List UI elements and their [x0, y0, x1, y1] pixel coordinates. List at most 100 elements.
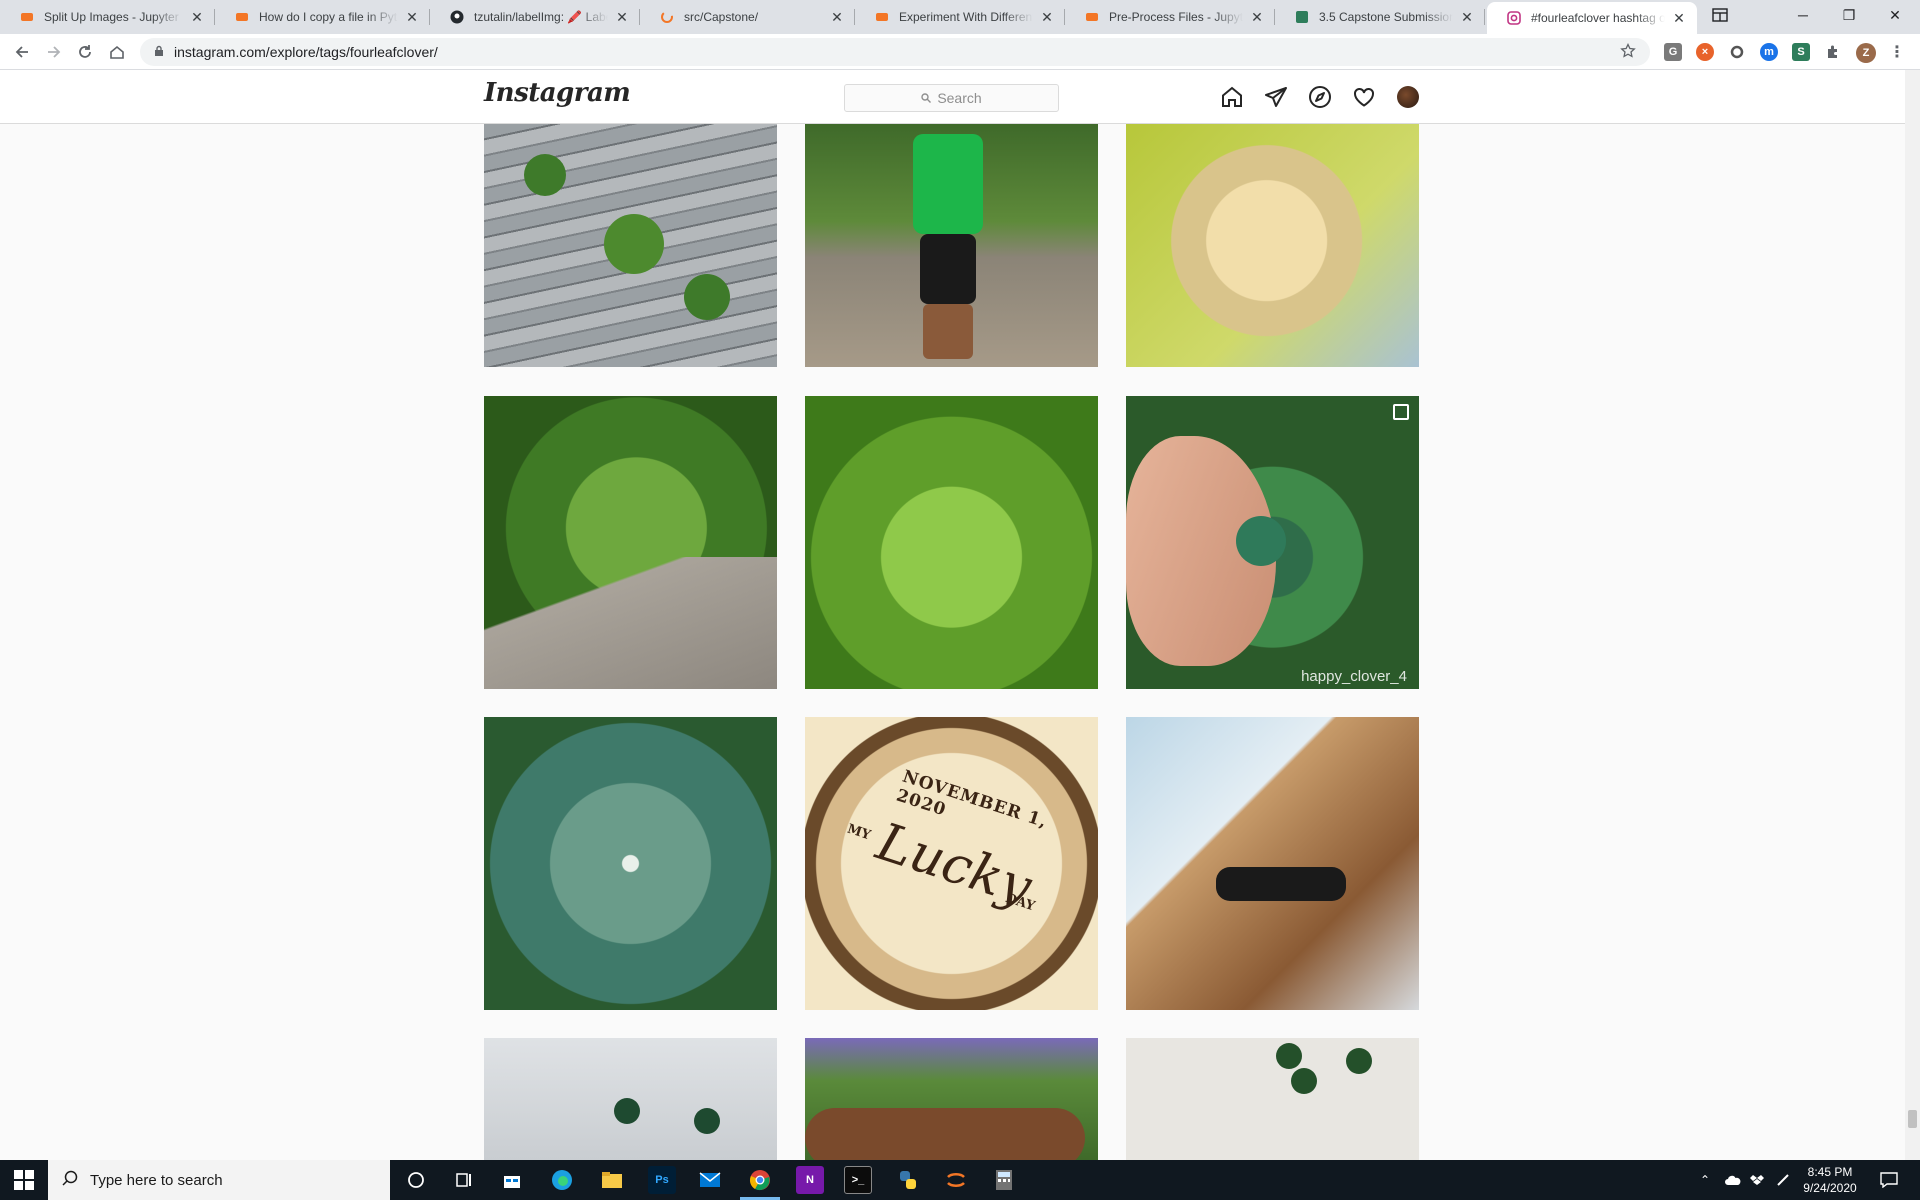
- instagram-icon: [1507, 11, 1521, 25]
- close-icon[interactable]: ✕: [1039, 9, 1055, 25]
- scrollbar-thumb[interactable]: [1908, 1110, 1917, 1128]
- tab-title: tzutalin/labelImg: 🖍️ LabelImg is: [474, 10, 608, 24]
- close-icon[interactable]: ✕: [404, 9, 420, 25]
- onedrive-icon[interactable]: [1724, 1160, 1742, 1200]
- activity-heart-icon[interactable]: [1352, 85, 1376, 109]
- post-lucky-day-plaque[interactable]: NOVEMBER 1, 2020 MY Lucky DAY: [805, 717, 1098, 1010]
- extension-orange-icon[interactable]: ×: [1696, 43, 1714, 61]
- lock-icon[interactable]: [154, 44, 164, 60]
- clock-time: 8:45 PM: [1807, 1165, 1853, 1179]
- instagram-header: Instagram Search: [0, 70, 1920, 124]
- browser-tab-6[interactable]: Pre-Process Files - Jupyter Notebook ✕: [1065, 0, 1275, 34]
- edge-icon[interactable]: [548, 1166, 576, 1194]
- tab-title: src/Capstone/: [684, 10, 759, 24]
- taskbar-search-box[interactable]: Type here to search: [48, 1160, 390, 1200]
- instagram-search-input[interactable]: Search: [844, 84, 1059, 112]
- browser-tab-3[interactable]: tzutalin/labelImg: 🖍️ LabelImg is ✕: [430, 0, 640, 34]
- tray-chevron-icon[interactable]: ⌃: [1700, 1160, 1710, 1200]
- python-icon[interactable]: [894, 1166, 922, 1194]
- chrome-icon[interactable]: [746, 1166, 774, 1194]
- tab-search-icon[interactable]: [1697, 0, 1743, 30]
- browser-tab-4[interactable]: src/Capstone/ ✕: [640, 0, 855, 34]
- jupyter-icon: [1085, 10, 1099, 24]
- close-icon[interactable]: ✕: [829, 9, 845, 25]
- extension-circle-icon[interactable]: [1728, 43, 1746, 61]
- minimize-icon[interactable]: ─: [1780, 0, 1826, 30]
- address-bar[interactable]: instagram.com/explore/tags/fourleafclove…: [140, 38, 1650, 66]
- post-gold-clover-pendant[interactable]: [1126, 124, 1419, 367]
- jupyter-loading-icon: [660, 10, 674, 24]
- extension-g-icon[interactable]: G: [1664, 43, 1682, 61]
- springboard-icon: [1295, 10, 1309, 24]
- windows-start-icon[interactable]: [14, 1170, 34, 1190]
- notifications-icon[interactable]: [1880, 1160, 1898, 1200]
- chrome-menu-icon[interactable]: ⋮: [1888, 43, 1906, 61]
- post-smiling-selfie[interactable]: [1126, 717, 1419, 1010]
- tab-title: 3.5 Capstone Submission - Springboard: [1319, 10, 1453, 24]
- extension-green-icon[interactable]: S: [1792, 43, 1810, 61]
- post-pressed-clovers[interactable]: [1126, 1038, 1419, 1160]
- pen-icon[interactable]: [1776, 1160, 1790, 1200]
- taskbar-search-placeholder: Type here to search: [90, 1171, 223, 1189]
- github-icon: [450, 10, 464, 24]
- close-icon[interactable]: ✕: [1459, 9, 1475, 25]
- jupyter-icon: [235, 10, 249, 24]
- close-icon[interactable]: ✕: [1249, 9, 1265, 25]
- browser-tab-strip: Split Up Images - Jupyter Notebook ✕ How…: [0, 0, 1920, 34]
- post-hand-holding-clover[interactable]: happy_clover_4: [1126, 396, 1419, 689]
- jupyter-icon: [20, 10, 34, 24]
- page-scrollbar[interactable]: [1905, 70, 1920, 1160]
- file-explorer-icon[interactable]: [598, 1166, 626, 1194]
- close-icon[interactable]: ✕: [1671, 10, 1687, 26]
- browser-tab-8-active[interactable]: #fourleafclover hashtag on Instagram ✕: [1487, 2, 1697, 34]
- post-clovers-on-wood[interactable]: [484, 124, 777, 367]
- post-hand-with-bracelet[interactable]: [805, 1038, 1098, 1160]
- reload-icon[interactable]: [73, 40, 97, 64]
- jupyter-taskbar-icon[interactable]: [942, 1166, 970, 1194]
- photoshop-icon[interactable]: Ps: [648, 1166, 676, 1194]
- tab-title: Pre-Process Files - Jupyter Notebook: [1109, 10, 1243, 24]
- close-icon[interactable]: ✕: [614, 9, 630, 25]
- forward-icon[interactable]: [42, 40, 66, 64]
- mail-icon[interactable]: [696, 1166, 724, 1194]
- plaque-my-text: MY: [845, 821, 873, 844]
- post-clover-on-rock[interactable]: [484, 396, 777, 689]
- post-clovers-on-white[interactable]: [484, 1038, 777, 1160]
- cortana-icon[interactable]: [402, 1166, 430, 1194]
- profile-avatar[interactable]: [1397, 86, 1419, 108]
- browser-tab-7[interactable]: 3.5 Capstone Submission - Springboard ✕: [1275, 0, 1485, 34]
- home-icon[interactable]: [1220, 85, 1244, 109]
- window-close-icon[interactable]: ✕: [1872, 0, 1918, 30]
- tab-title: Experiment With Different Models: [899, 10, 1033, 24]
- restore-icon[interactable]: ❐: [1826, 0, 1872, 30]
- dropbox-icon[interactable]: [1750, 1160, 1764, 1200]
- multiple-photos-icon: [1393, 404, 1409, 420]
- onenote-icon[interactable]: N: [796, 1166, 824, 1194]
- post-overlay-text: happy_clover_4: [1301, 668, 1407, 685]
- post-woman-green-shirt-trail[interactable]: [805, 124, 1098, 367]
- browser-tab-2[interactable]: How do I copy a file in Python ✕: [215, 0, 430, 34]
- calculator-icon[interactable]: [990, 1166, 1018, 1194]
- explore-icon[interactable]: [1308, 85, 1332, 109]
- post-clover-closeup[interactable]: [484, 717, 777, 1010]
- post-bright-green-clover[interactable]: [805, 396, 1098, 689]
- store-icon[interactable]: [498, 1166, 526, 1194]
- browser-tab-1[interactable]: Split Up Images - Jupyter Notebook ✕: [0, 0, 215, 34]
- taskbar-clock[interactable]: 8:45 PM 9/24/2020: [1790, 1164, 1870, 1196]
- close-icon[interactable]: ✕: [189, 9, 205, 25]
- browser-tab-5[interactable]: Experiment With Different Models ✕: [855, 0, 1065, 34]
- home-button-icon[interactable]: [105, 40, 129, 64]
- direct-icon[interactable]: [1264, 85, 1288, 109]
- search-icon: [62, 1170, 78, 1190]
- bookmark-star-icon[interactable]: [1620, 42, 1636, 62]
- profile-avatar-icon[interactable]: Z: [1856, 43, 1876, 63]
- tab-title: How do I copy a file in Python: [259, 10, 398, 24]
- task-view-icon[interactable]: [450, 1166, 478, 1194]
- terminal-icon[interactable]: >_: [844, 1166, 872, 1194]
- extension-blue-icon[interactable]: m: [1760, 43, 1778, 61]
- extensions-puzzle-icon[interactable]: [1824, 43, 1842, 61]
- search-placeholder: Search: [937, 90, 982, 106]
- url-text: instagram.com/explore/tags/fourleafclove…: [174, 44, 438, 60]
- back-icon[interactable]: [10, 40, 34, 64]
- instagram-logo[interactable]: Instagram: [484, 78, 631, 108]
